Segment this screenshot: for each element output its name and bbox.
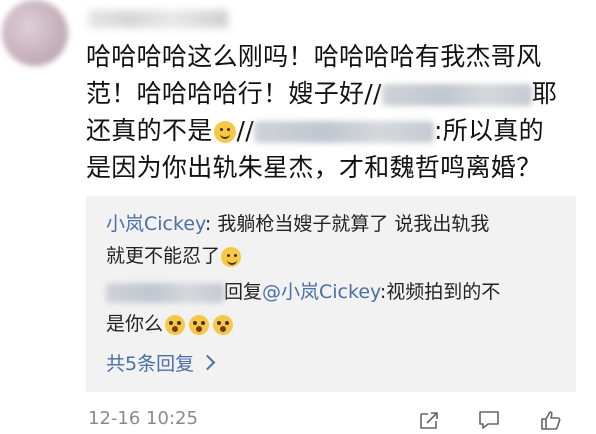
comment-line-4: 是因为你出轨朱星杰，才和魏哲鸣离婚？ (86, 153, 542, 182)
comment-body: 哈哈哈哈这么刚吗！哈哈哈哈有我杰哥风 范！哈哈哈哈行！嫂子好//耶 还真的不是 /… (86, 38, 586, 186)
shocked-emoji-icon (165, 314, 186, 335)
reply-2-line-2: 是你么 (106, 310, 235, 338)
mention-blurred[interactable] (381, 84, 532, 106)
reply-1-line-1: 小岚Cickey: 我躺枪当嫂子就算了 说我出轨我 (106, 213, 490, 235)
comment-line-1: 哈哈哈哈这么刚吗！哈哈哈哈有我杰哥风 (86, 42, 542, 71)
like-icon[interactable] (540, 410, 562, 430)
reply-1-author-link[interactable]: 小岚Cickey (106, 213, 205, 235)
reply-box: 小岚Cickey: 我躺枪当嫂子就算了 说我出轨我 就更不能忍了 回复@小岚Ci… (86, 196, 576, 392)
username-blurred[interactable] (88, 10, 228, 28)
comment-line-2: 范！哈哈哈哈行！嫂子好//耶 (86, 79, 558, 108)
smile-emoji-icon (213, 121, 236, 143)
reply-1-line-2: 就更不能忍了 (106, 242, 242, 270)
smile-emoji-icon (221, 246, 242, 267)
comment-line-3: 还真的不是//:所以真的 (86, 116, 544, 145)
timestamp: 12-16 10:25 (88, 408, 198, 429)
more-replies-link[interactable]: 共5条回复 (106, 350, 216, 378)
mention-blurred-2[interactable] (253, 121, 434, 143)
avatar[interactable] (2, 0, 68, 66)
reply-2-author-blurred[interactable] (106, 282, 224, 303)
shocked-emoji-icon (189, 314, 210, 335)
shocked-emoji-icon (213, 314, 234, 335)
chevron-right-icon (199, 354, 216, 371)
reply-2-line-1: 回复@小岚Cickey:视频拍到的不 (106, 278, 500, 306)
comment-icon[interactable] (478, 410, 500, 430)
share-icon[interactable] (418, 410, 440, 430)
reply-2-mention-link[interactable]: @小岚Cickey (262, 281, 380, 303)
